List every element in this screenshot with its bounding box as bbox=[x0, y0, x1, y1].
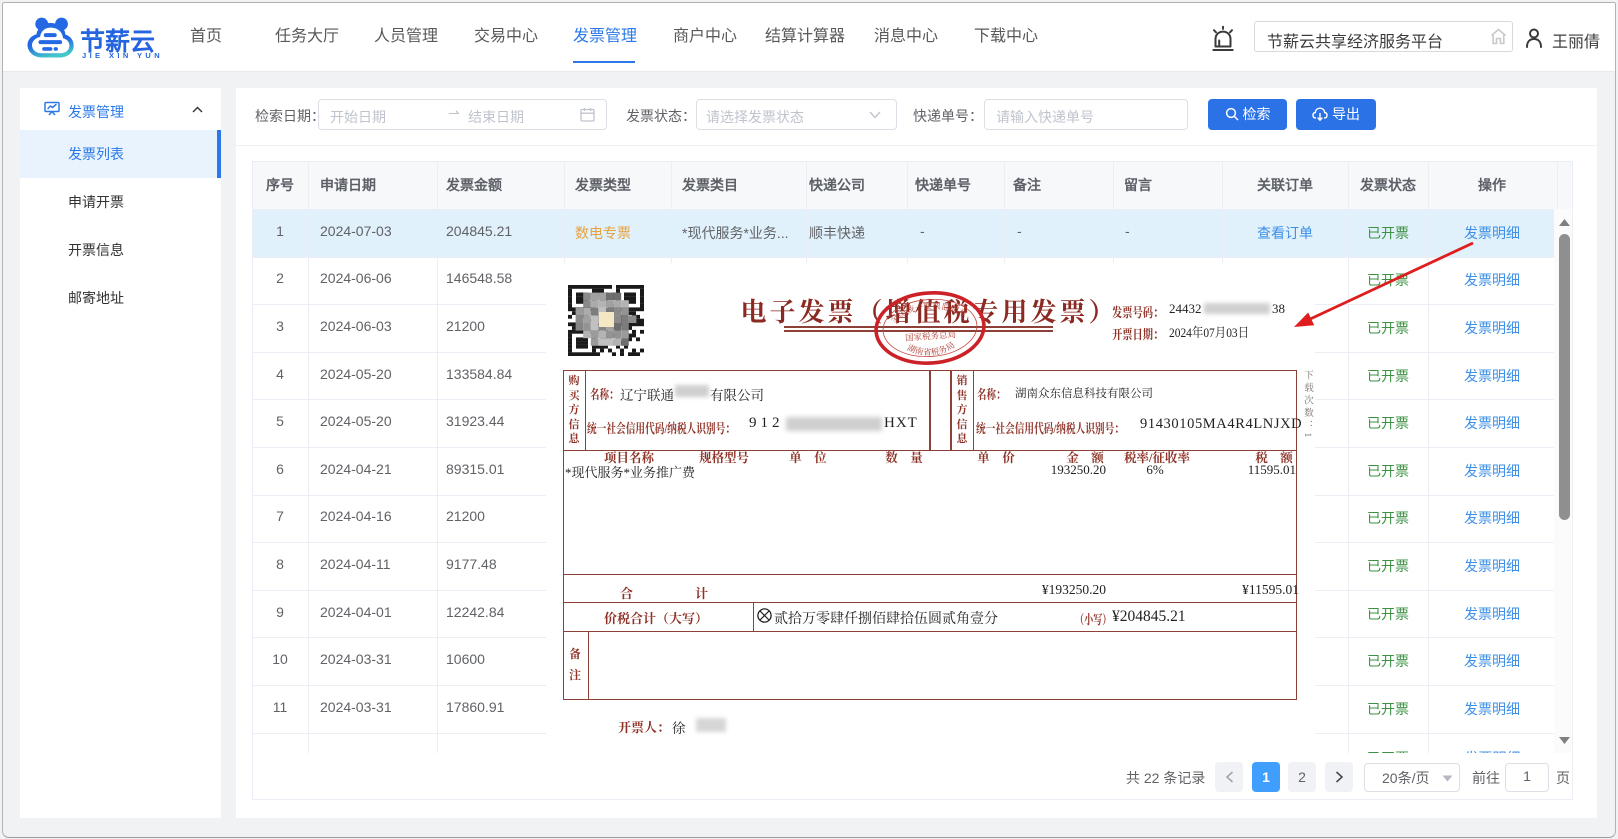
svg-text:国家税务总局: 国家税务总局 bbox=[905, 329, 957, 343]
svg-text:全国统一发票监制章: 全国统一发票监制章 bbox=[887, 298, 970, 325]
